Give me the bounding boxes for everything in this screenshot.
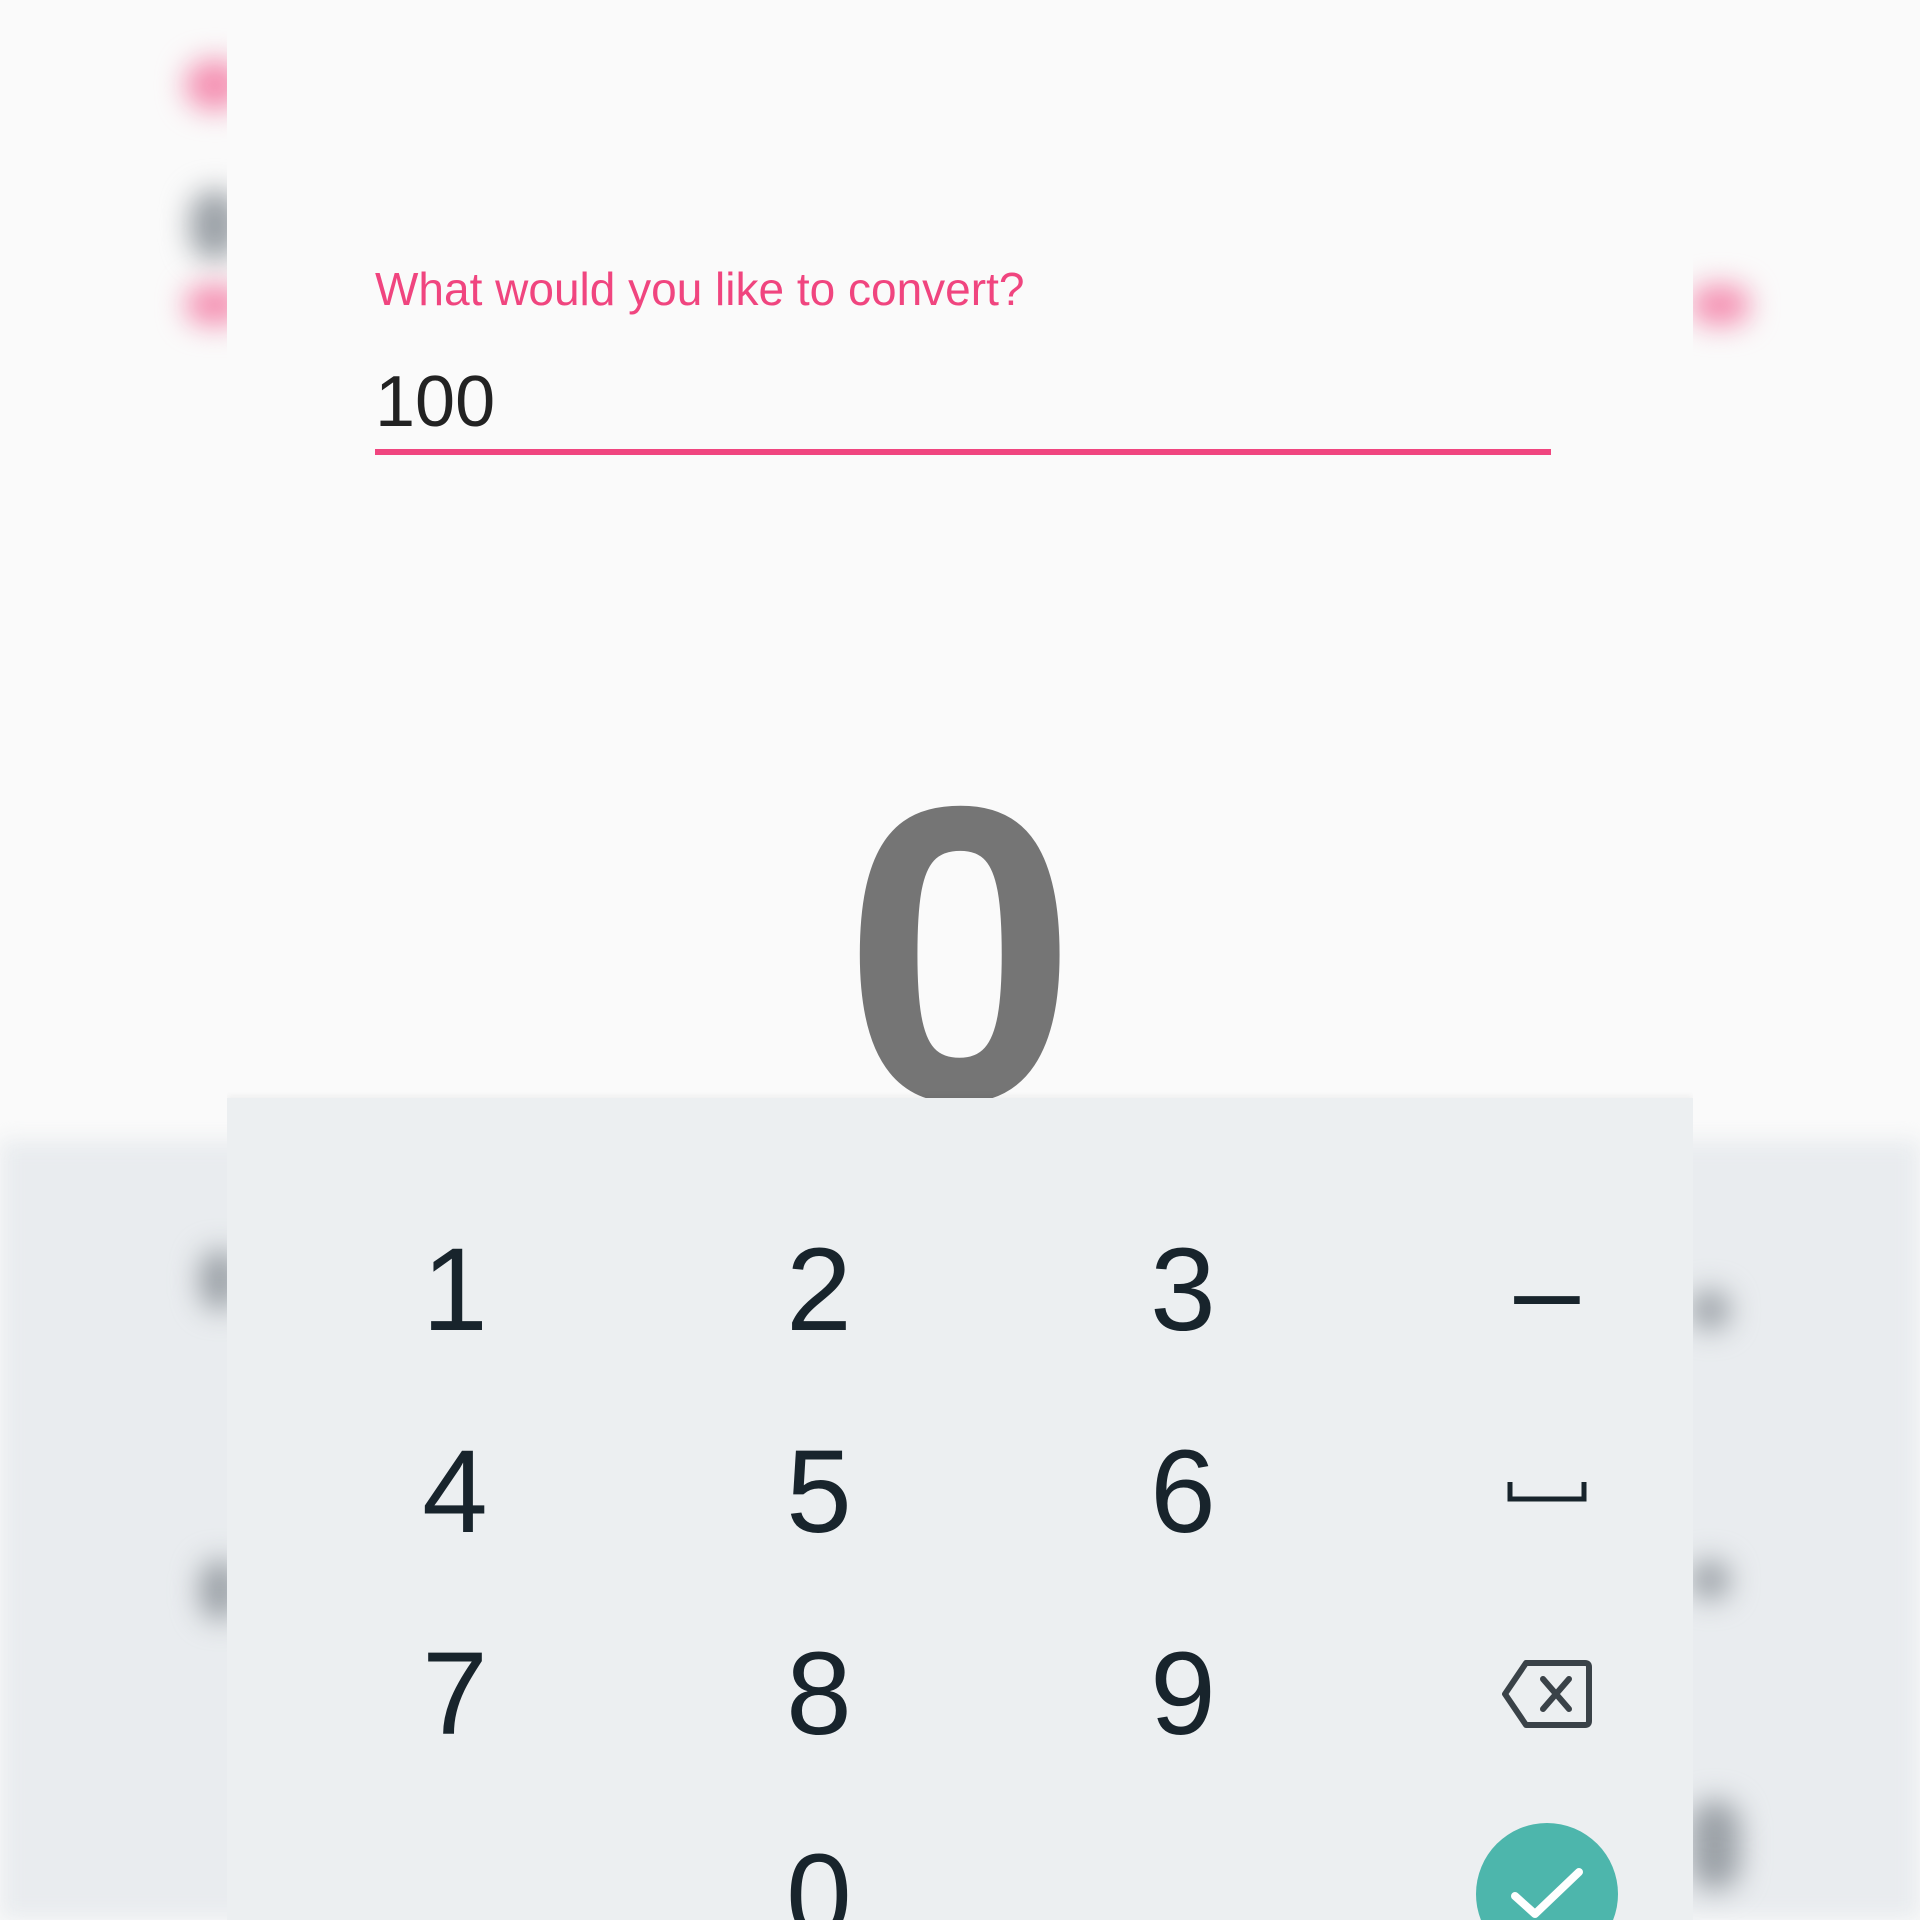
key-5[interactable]: 5 xyxy=(639,1392,999,1592)
key-minus[interactable]: – xyxy=(1367,1190,1693,1390)
numeric-keyboard: 1 2 3 – 4 5 6 7 8 9 , 0 . xyxy=(227,1098,1693,1920)
key-period[interactable]: . xyxy=(1003,1796,1363,1920)
key-4[interactable]: 4 xyxy=(275,1392,635,1592)
convert-prompt-label: What would you like to convert? xyxy=(375,263,1025,315)
key-2[interactable]: 2 xyxy=(639,1190,999,1390)
converter-screen: What would you like to convert? 0 1 2 3 … xyxy=(227,0,1693,1920)
done-key[interactable] xyxy=(1367,1794,1693,1920)
key-backspace[interactable] xyxy=(1367,1594,1693,1794)
background-blur-pink xyxy=(1690,285,1750,325)
key-7[interactable]: 7 xyxy=(275,1594,635,1794)
background-blur-gray xyxy=(1690,1800,1740,1890)
amount-input[interactable] xyxy=(375,355,1551,455)
key-9[interactable]: 9 xyxy=(1003,1594,1363,1794)
key-3[interactable]: 3 xyxy=(1003,1190,1363,1390)
key-space[interactable] xyxy=(1367,1392,1693,1592)
key-8[interactable]: 8 xyxy=(639,1594,999,1794)
backspace-icon xyxy=(1502,1660,1592,1728)
key-6[interactable]: 6 xyxy=(1003,1392,1363,1592)
background-blur-gray xyxy=(1690,1290,1730,1330)
space-icon xyxy=(1507,1482,1587,1502)
background-blur-gray xyxy=(1690,1560,1730,1600)
key-comma[interactable]: , xyxy=(275,1796,635,1920)
checkmark-icon xyxy=(1511,1868,1583,1918)
done-button[interactable] xyxy=(1476,1823,1618,1920)
key-1[interactable]: 1 xyxy=(275,1190,635,1390)
key-0[interactable]: 0 xyxy=(639,1796,999,1920)
